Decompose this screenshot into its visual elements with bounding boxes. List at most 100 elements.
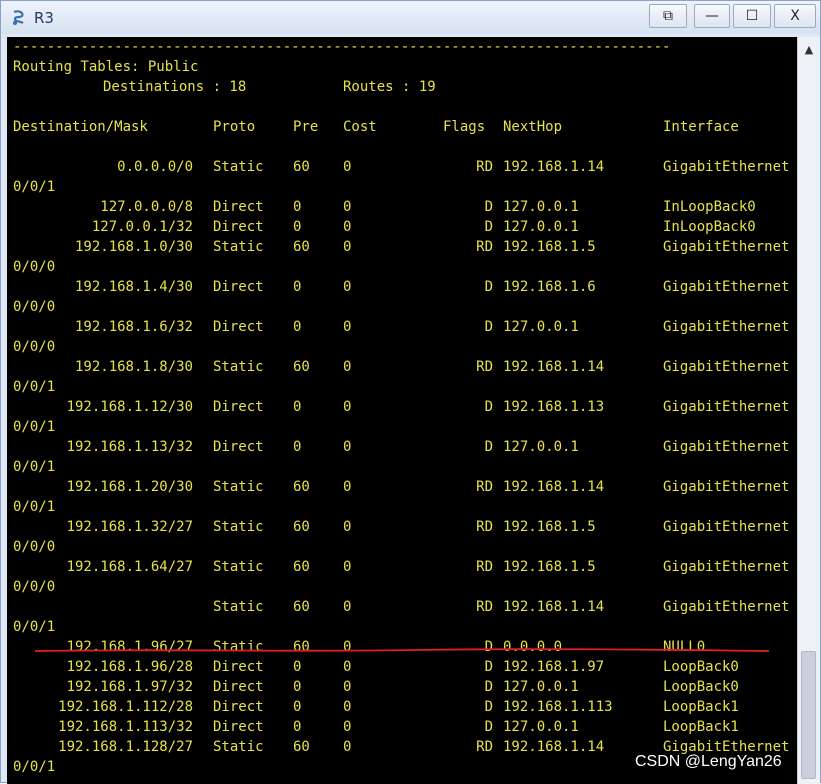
route-interface-wrap: 0/0/1 [13,179,56,195]
route-row: 192.168.1.13/32 Direct 0 0 D 127.0.0.1 Gigabit… [13,437,797,457]
route-nexthop: 192.168.1.13 [503,399,605,415]
route-flags: D [484,699,493,715]
route-row: Static 60 0 RD 192.168.1.14 GigabitEthernet [13,597,797,617]
minimize-icon: — [705,8,719,24]
route-flags: D [484,659,493,675]
watermark: CSDN @LengYan26 [635,753,782,770]
route-pre: 0 [293,199,302,215]
route-interface-wrap: 0/0/1 [13,459,56,475]
route-cost: 0 [343,199,352,215]
route-interface: GigabitEthernet [663,439,790,455]
route-row: 192.168.1.0/30 Static 60 0 RD 192.168.1.5 Giga… [13,237,797,257]
col-interface: Interface [663,119,739,135]
route-pre: 60 [293,359,310,375]
terminal-output[interactable]: ----------------------------------------… [7,37,797,784]
route-nexthop: 192.168.1.5 [503,239,596,255]
route-pre: 60 [293,739,310,755]
route-row: 127.0.0.1/32 Direct 0 0 D 127.0.0.1 InLoopBack… [13,217,797,237]
route-cost: 0 [343,599,352,615]
destinations-count: Destinations : 18 [103,79,247,95]
close-icon: X [790,8,800,24]
route-nexthop: 127.0.0.1 [503,719,579,735]
scroll-up-arrow-icon[interactable]: ▲ [801,41,817,57]
route-flags: RD [476,519,493,535]
route-row: 0.0.0.0/0 Static 60 0 RD 192.168.1.14 GigabitE… [13,157,797,177]
route-flags: D [484,679,493,695]
route-proto: Static [213,739,264,755]
terminal-window: R3 ⧉ — ☐ X -----------------------------… [0,0,821,784]
route-interface: GigabitEthernet [663,519,790,535]
col-pre: Pre [293,119,319,135]
route-interface-wrap: 0/0/1 [13,499,56,515]
route-row: 192.168.1.32/27 Static 60 0 RD 192.168.1.5 Gig… [13,517,797,537]
route-proto: Direct [213,219,264,235]
col-destination: Destination/Mask [13,119,148,135]
route-interface-wrap: 0/0/0 [13,579,56,595]
scroll-thumb[interactable] [801,651,816,779]
route-proto: Static [213,559,264,575]
route-cost: 0 [343,719,352,735]
route-proto: Static [213,519,264,535]
route-nexthop: 192.168.1.14 [503,479,605,495]
route-flags: RD [476,159,493,175]
route-interface: GigabitEthernet [663,159,790,175]
route-nexthop: 127.0.0.1 [503,679,579,695]
route-cost: 0 [343,479,352,495]
route-destination: 192.168.1.12/30 [66,399,193,415]
highlight-underline [35,648,769,652]
col-cost: Cost [343,119,377,135]
col-flags: Flags [443,119,486,135]
route-cost: 0 [343,659,352,675]
route-flags: RD [476,599,493,615]
route-proto: Static [213,159,264,175]
route-proto: Static [213,599,264,615]
maximize-button[interactable]: ☐ [733,4,771,28]
route-interface: InLoopBack0 [663,219,756,235]
route-cost: 0 [343,519,352,535]
route-row: 192.168.1.64/27 Static 60 0 RD 192.168.1.5 Gig… [13,557,797,577]
route-destination: 127.0.0.1/32 [91,219,193,235]
router-app-icon [13,10,24,25]
route-interface-wrap: 0/0/0 [13,539,56,555]
route-row: 192.168.1.112/28 Direct 0 0 D 192.168.1.113 Lo… [13,697,797,717]
route-row: 192.168.1.96/28 Direct 0 0 D 192.168.1.97 Loop… [13,657,797,677]
route-nexthop: 192.168.1.14 [503,159,605,175]
title-bar[interactable]: R3 ⧉ — ☐ X [1,1,820,34]
route-destination: 192.168.1.113/32 [58,719,193,735]
route-nexthop: 127.0.0.1 [503,319,579,335]
route-interface: GigabitEthernet [663,559,790,575]
restore-icon: ⧉ [663,8,673,24]
route-pre: 60 [293,519,310,535]
route-destination: 192.168.1.97/32 [66,679,193,695]
route-nexthop: 192.168.1.14 [503,599,605,615]
route-pre: 0 [293,679,302,695]
col-nexthop: NextHop [503,119,563,135]
route-flags: RD [476,239,493,255]
route-destination: 192.168.1.8/30 [74,359,193,375]
route-cost: 0 [343,679,352,695]
route-interface: GigabitEthernet [663,399,790,415]
separator-line: ----------------------------------------… [13,39,671,55]
restore-snapshot-button[interactable]: ⧉ [649,4,687,28]
route-interface-wrap: 0/0/0 [13,259,56,275]
maximize-icon: ☐ [745,8,759,24]
close-button[interactable]: X [774,4,816,28]
route-interface: LoopBack1 [663,719,739,735]
route-interface: GigabitEthernet [663,479,790,495]
routing-table-title: Routing Tables: Public [13,59,199,75]
route-row: 127.0.0.0/8 Direct 0 0 D 127.0.0.1 InLoopBack0 [13,197,797,217]
route-nexthop: 192.168.1.14 [503,739,605,755]
route-row: 192.168.1.4/30 Direct 0 0 D 192.168.1.6 Gigabi… [13,277,797,297]
vertical-scrollbar[interactable]: ▲ [797,37,820,784]
route-destination: 192.168.1.4/30 [74,279,193,295]
route-proto: Direct [213,399,264,415]
route-destination: 192.168.1.32/27 [66,519,193,535]
route-row: 192.168.1.97/32 Direct 0 0 D 127.0.0.1 LoopBac… [13,677,797,697]
route-pre: 60 [293,239,310,255]
route-proto: Static [213,239,264,255]
route-nexthop: 192.168.1.5 [503,519,596,535]
route-pre: 60 [293,479,310,495]
route-nexthop: 192.168.1.97 [503,659,605,675]
route-cost: 0 [343,359,352,375]
minimize-button[interactable]: — [694,4,730,28]
